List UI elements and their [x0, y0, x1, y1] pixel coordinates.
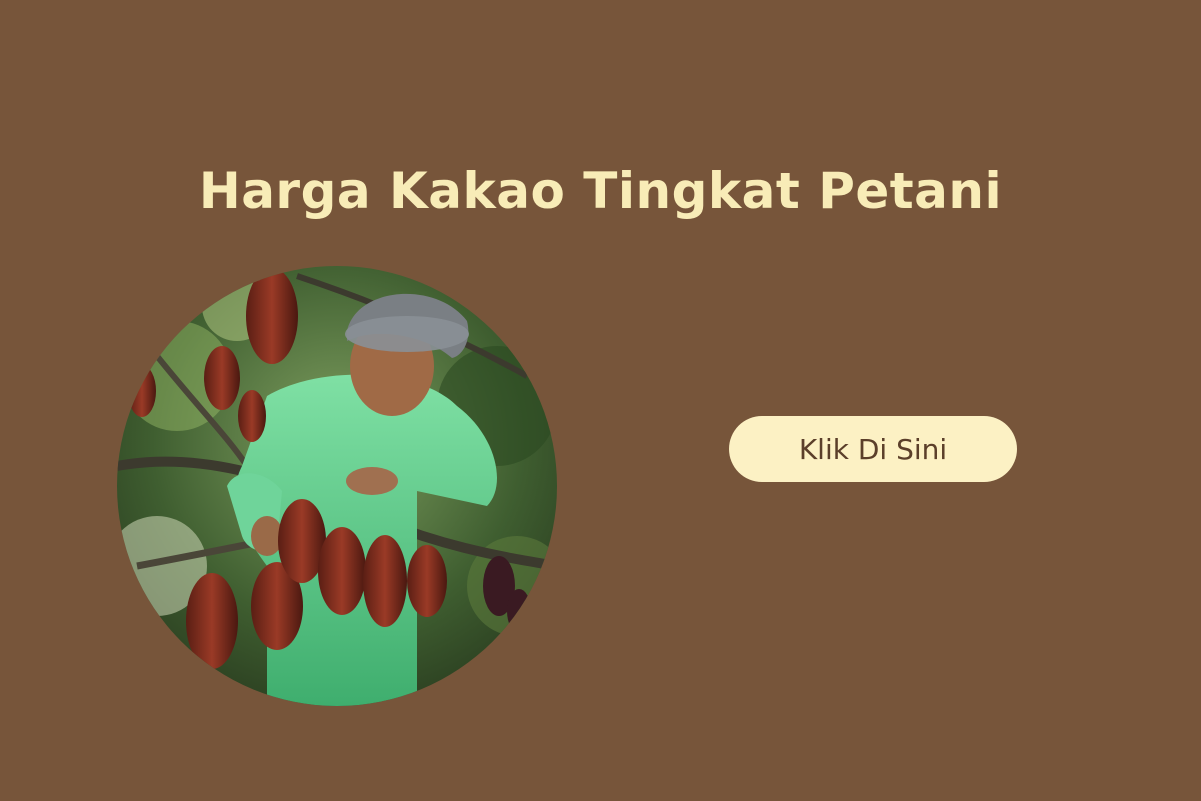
page-title: Harga Kakao Tingkat Petani: [198, 162, 1003, 220]
farmer-illustration: [117, 266, 557, 706]
cocoa-farmer-photo: [117, 266, 557, 706]
promo-banner: Harga Kakao Tingkat Petani Klik Di Sini: [0, 0, 1201, 801]
klik-di-sini-button[interactable]: Klik Di Sini: [729, 416, 1017, 482]
